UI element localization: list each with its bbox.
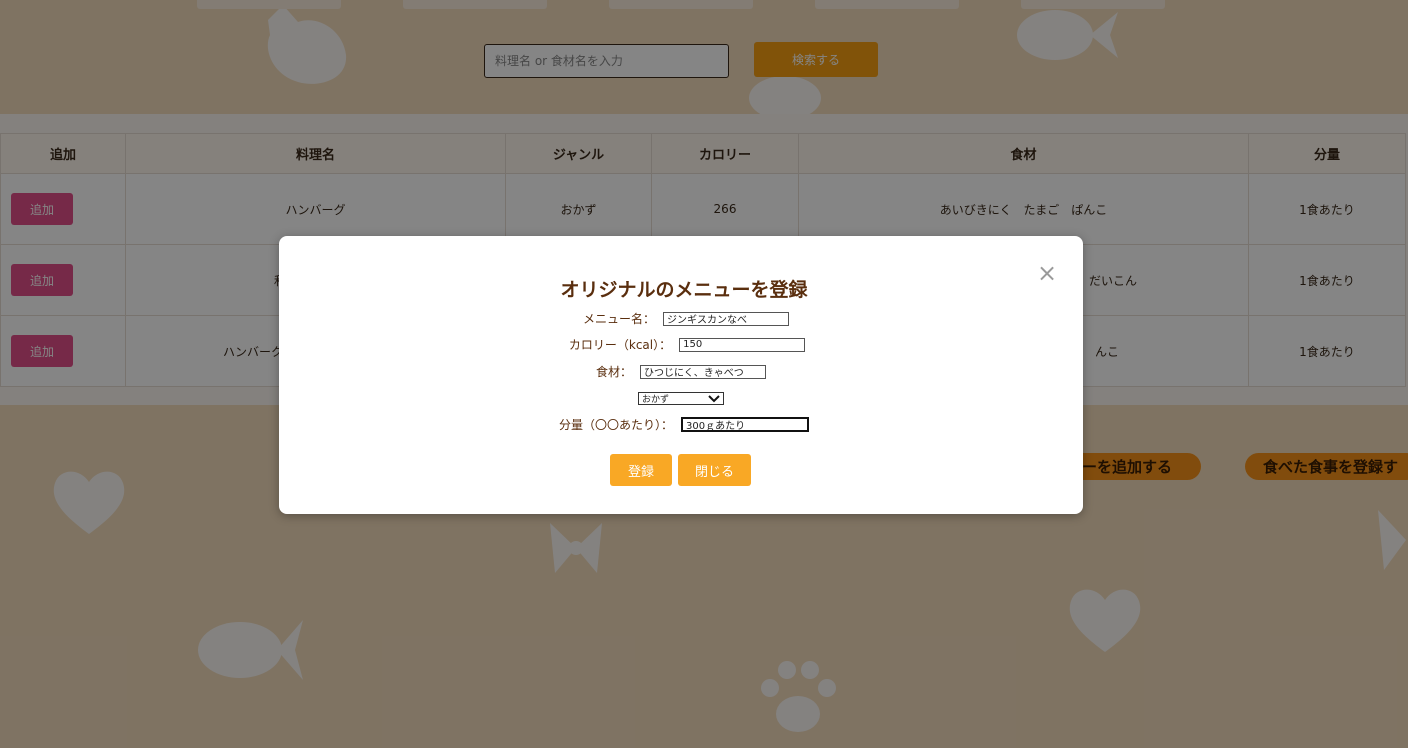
menu-name-row: メニュー名： bbox=[279, 310, 1083, 327]
genre-selected: おかず bbox=[642, 395, 670, 405]
modal-title: オリジナルのメニューを登録 bbox=[560, 279, 808, 301]
calorie-label: カロリー（kcal）： bbox=[568, 338, 672, 352]
calorie-input[interactable] bbox=[679, 337, 806, 352]
amount-row: 分量（〇〇あたり）： bbox=[279, 416, 1083, 433]
ingredients-input[interactable] bbox=[640, 364, 766, 379]
amount-input[interactable] bbox=[681, 417, 809, 432]
register-button[interactable]: 登録 bbox=[610, 454, 672, 486]
chevron-down-icon bbox=[708, 394, 720, 402]
menu-name-input[interactable] bbox=[663, 311, 789, 326]
ingredients-row: 食材： bbox=[279, 363, 1083, 380]
genre-select[interactable]: おかず bbox=[638, 392, 724, 405]
close-button[interactable]: 閉じる bbox=[678, 454, 751, 486]
genre-row: おかず bbox=[279, 392, 1083, 405]
menu-name-label: メニュー名： bbox=[582, 312, 655, 326]
ingredients-label: 食材： bbox=[595, 365, 632, 379]
amount-label: 分量（〇〇あたり）： bbox=[558, 418, 673, 432]
calorie-row: カロリー（kcal）： bbox=[279, 336, 1083, 353]
register-menu-modal: × オリジナルのメニューを登録 メニュー名： カロリー（kcal）： 食材： お… bbox=[279, 236, 1083, 514]
